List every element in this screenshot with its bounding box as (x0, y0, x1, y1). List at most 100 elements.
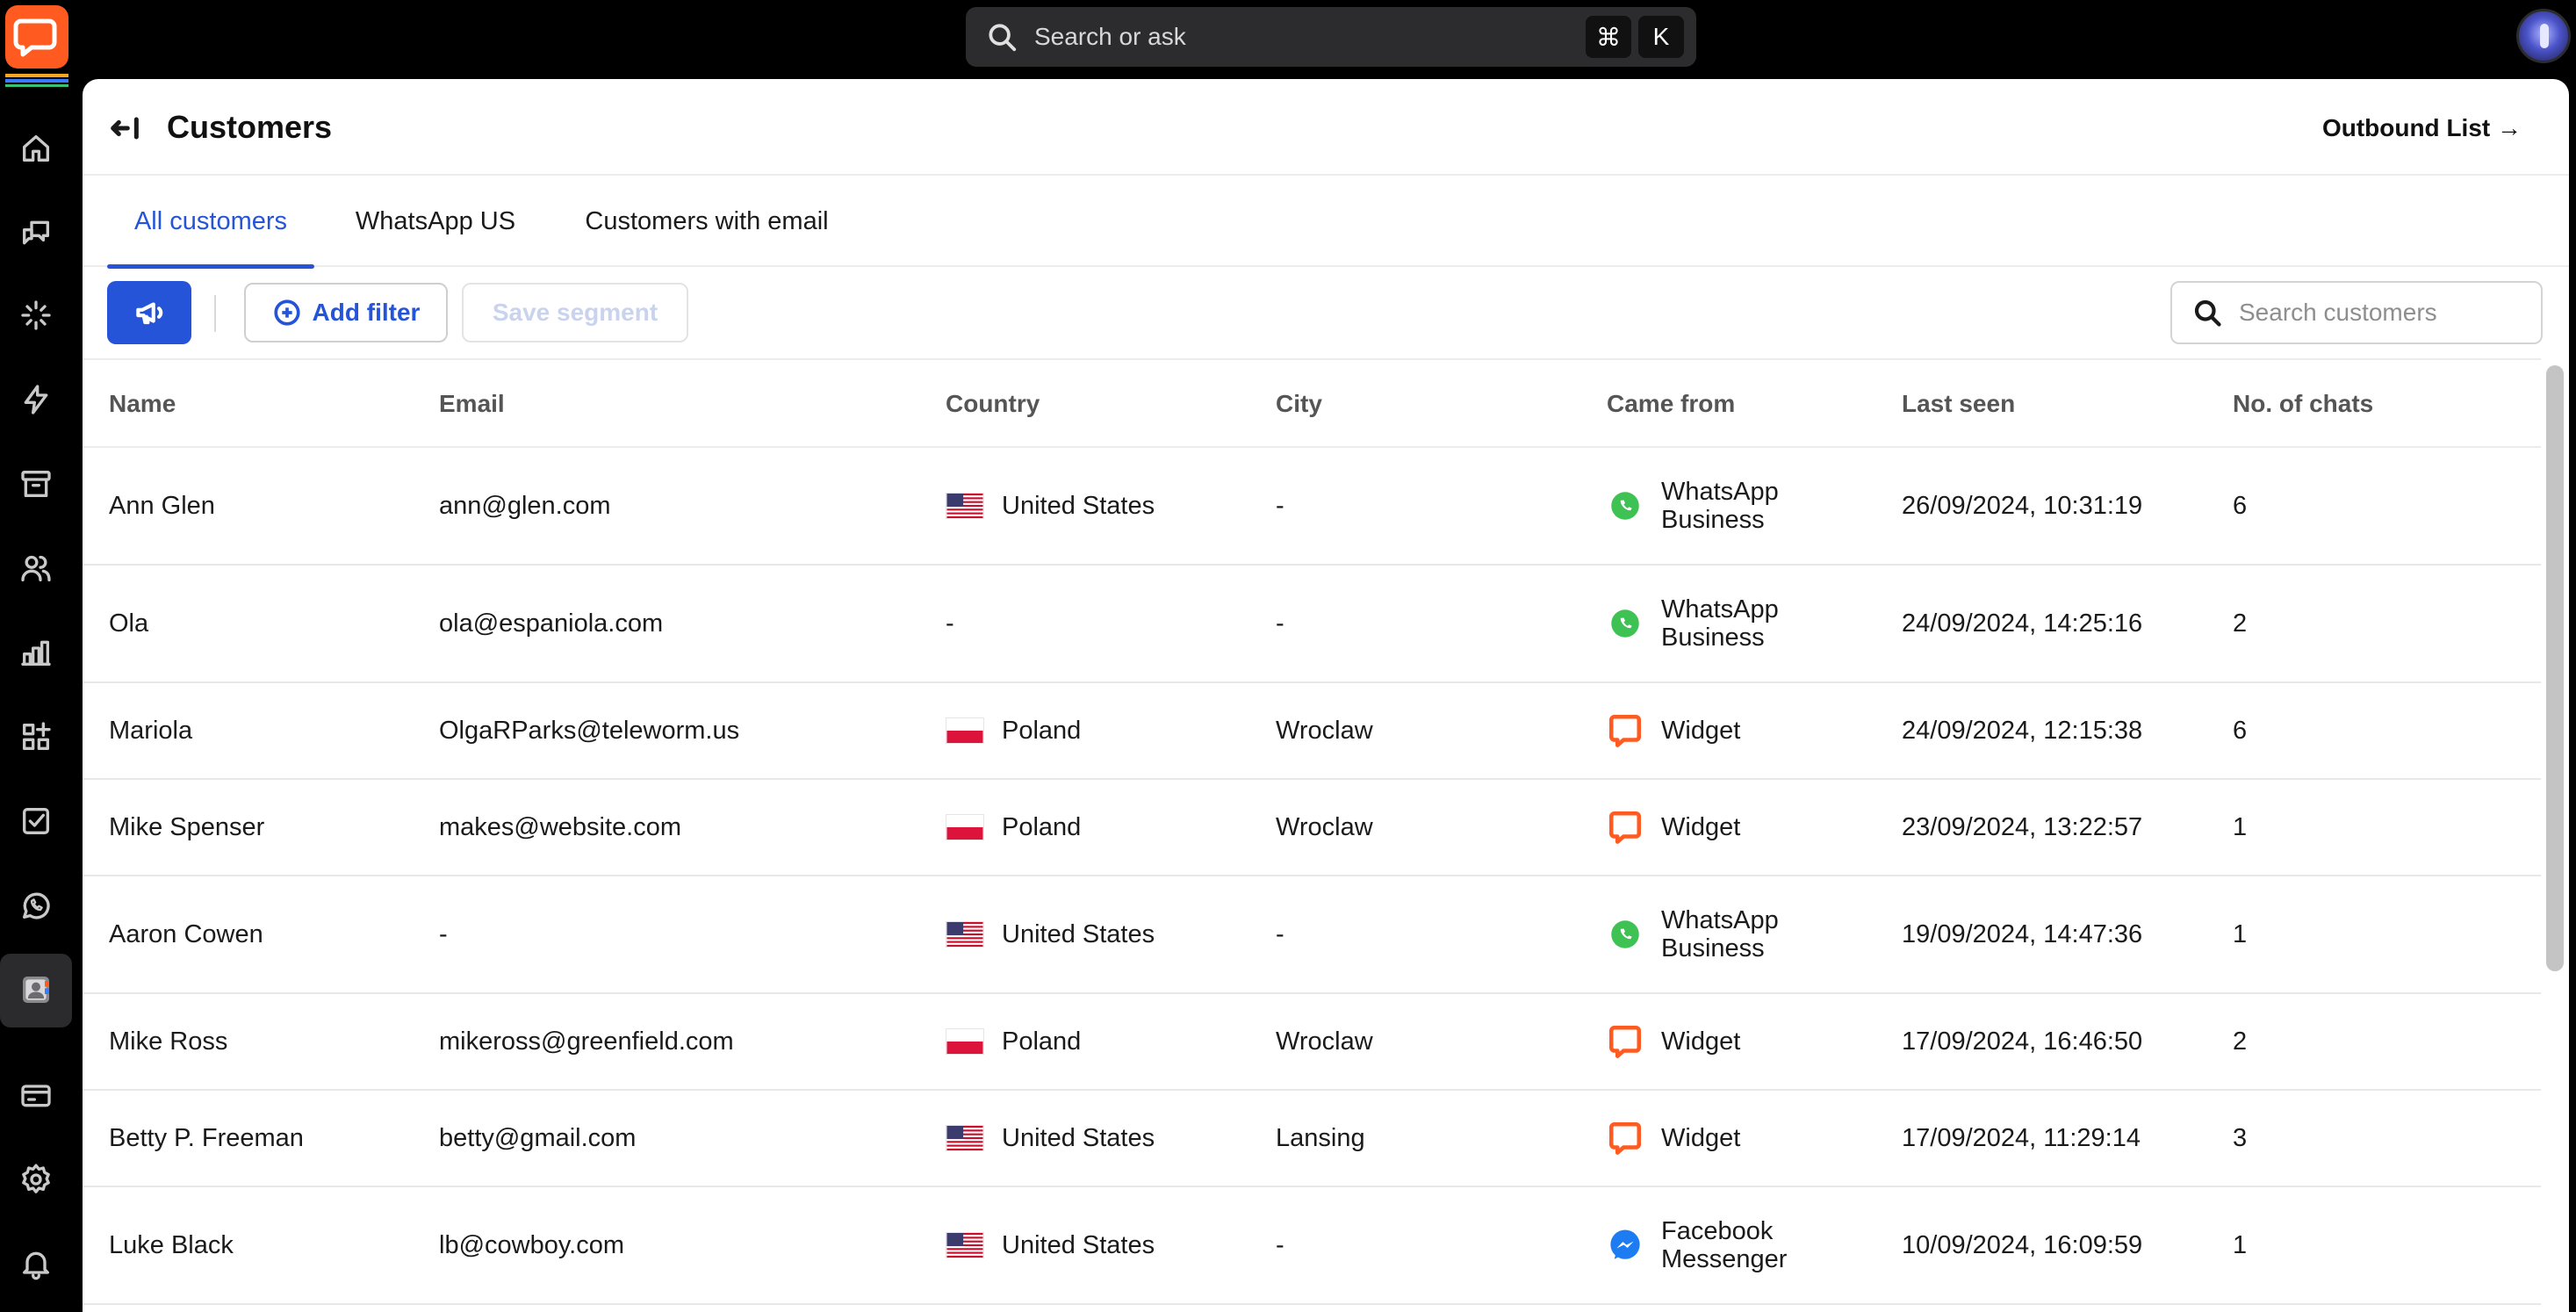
cell-last-seen: 26/09/2024, 10:31:19 (1902, 491, 2143, 520)
table-row[interactable]: Betty P. Freeman betty@gmail.com United St… (83, 1091, 2541, 1187)
table-scrollbar[interactable] (2543, 362, 2565, 1312)
reports-icon[interactable] (16, 632, 56, 673)
cell-came-from: Widget (1607, 683, 1870, 778)
column-header-email[interactable]: Email (439, 360, 505, 448)
column-header-last-seen[interactable]: Last seen (1902, 360, 2015, 448)
whatsapp-nav-icon[interactable] (16, 885, 56, 926)
cell-came-from: WhatsApp Business (1607, 876, 1870, 992)
team-icon[interactable] (16, 548, 56, 588)
table-row[interactable]: Mike Spenser makes@website.com Poland Wrocl… (83, 780, 2541, 876)
tab-customers-with-email[interactable]: Customers with email (574, 176, 839, 267)
cell-name: Ann Glen (109, 491, 215, 520)
column-header-name[interactable]: Name (109, 360, 176, 448)
customers-panel: Customers Outbound List → All customers … (83, 79, 2569, 1312)
whatsapp-icon (1611, 609, 1639, 638)
customer-search-box[interactable] (2170, 281, 2543, 344)
poland-flag-icon (946, 717, 984, 744)
country-text: Poland (1002, 812, 1082, 841)
cell-chats: 6 (2233, 491, 2248, 520)
cell-country: United States (946, 1091, 1155, 1186)
us-flag-icon (946, 493, 984, 519)
apps-icon[interactable] (16, 717, 56, 757)
table-row[interactable]: Luke Black lb@cowboy.com United States - Fac… (83, 1187, 2541, 1305)
save-segment-button[interactable]: Save segment (462, 283, 688, 342)
customer-search-input[interactable] (2239, 299, 2520, 327)
cell-name: Ola (109, 609, 149, 638)
home-icon[interactable] (16, 128, 56, 169)
cell-came-from: Widget (1607, 1091, 1870, 1186)
lightning-icon[interactable] (16, 379, 56, 420)
cell-email: ola@espaniola.com (439, 609, 664, 638)
table-row[interactable]: Ann Glen ann@glen.com United States - WhatsA… (83, 448, 2541, 566)
cell-name: Mike Spenser (109, 812, 265, 841)
source-text: WhatsApp Business (1661, 906, 1779, 962)
source-text: Facebook Messenger (1661, 1217, 1788, 1273)
source-text: Widget (1661, 813, 1741, 841)
campaign-button[interactable] (107, 281, 191, 344)
collapse-back-button[interactable] (107, 111, 142, 146)
add-filter-button[interactable]: Add filter (244, 283, 448, 342)
settings-icon[interactable] (16, 1159, 56, 1200)
country-text: United States (1002, 919, 1155, 948)
cell-city: - (1276, 609, 1284, 638)
shortcut-key-k: K (1638, 16, 1684, 58)
cell-email: ann@glen.com (439, 491, 611, 520)
poland-flag-icon (946, 814, 984, 840)
us-flag-icon (946, 1125, 984, 1151)
tickets-icon[interactable] (16, 801, 56, 841)
cell-name: Betty P. Freeman (109, 1123, 304, 1152)
cell-email: OlgaRParks@teleworm.us (439, 716, 740, 745)
column-header-chats[interactable]: No. of chats (2233, 360, 2373, 448)
cell-country: United States (946, 448, 1155, 564)
widget-icon (1608, 1025, 1642, 1058)
add-filter-label: Add filter (312, 299, 421, 326)
whatsapp-icon (1611, 492, 1639, 520)
table-row[interactable]: Ola ola@espaniola.com - - WhatsApp Business 2… (83, 566, 2541, 683)
country-text: United States (1002, 1230, 1155, 1259)
notifications-icon[interactable] (16, 1244, 56, 1284)
country-text: United States (1002, 1123, 1155, 1152)
page-header: Customers Outbound List → (83, 79, 2569, 176)
cell-chats: 6 (2233, 716, 2248, 745)
global-search-label: Search or ask (1034, 23, 1186, 50)
country-text: Poland (1002, 716, 1082, 745)
source-text: WhatsApp Business (1661, 478, 1779, 534)
cell-last-seen: 17/09/2024, 16:46:50 (1902, 1027, 2143, 1056)
widget-icon (1608, 1121, 1642, 1155)
cell-last-seen: 24/09/2024, 12:15:38 (1902, 716, 2143, 745)
outbound-list-link[interactable]: Outbound List → (2322, 114, 2522, 142)
cell-came-from: Widget (1607, 780, 1870, 875)
customers-icon[interactable] (16, 970, 56, 1010)
shortcut-key-cmd: ⌘ (1586, 16, 1631, 58)
table-header: Name Email Country City Came from Last s… (83, 358, 2541, 448)
cell-last-seen: 23/09/2024, 13:22:57 (1902, 812, 2143, 841)
source-text: Widget (1661, 1027, 1741, 1056)
source-text: WhatsApp Business (1661, 595, 1779, 652)
table-row[interactable]: Aaron Cowen - United States - WhatsApp Busin… (83, 876, 2541, 994)
column-header-country[interactable]: Country (946, 360, 1040, 448)
user-avatar[interactable] (2516, 9, 2571, 63)
cell-came-from: Facebook Messenger (1607, 1187, 1870, 1303)
archive-icon[interactable] (16, 464, 56, 504)
billing-icon[interactable] (16, 1075, 56, 1115)
cell-chats: 2 (2233, 1027, 2248, 1056)
chats-icon[interactable] (16, 213, 56, 253)
cell-city: Lansing (1276, 1123, 1365, 1152)
app-logo-icon[interactable] (2, 4, 68, 88)
global-search[interactable]: Search or ask ⌘ K (966, 7, 1696, 67)
column-header-city[interactable]: City (1276, 360, 1322, 448)
cell-name: Luke Black (109, 1230, 234, 1259)
scrollbar-thumb[interactable] (2546, 365, 2564, 971)
cell-email: betty@gmail.com (439, 1123, 637, 1152)
tab-all-customers[interactable]: All customers (107, 176, 314, 269)
whatsapp-icon (1611, 920, 1639, 948)
tab-whatsapp-us[interactable]: WhatsApp US (348, 176, 523, 267)
table-row[interactable]: Mike Ross mikeross@greenfield.com Poland Wr… (83, 994, 2541, 1091)
cell-city: Wroclaw (1276, 812, 1373, 841)
column-header-came-from[interactable]: Came from (1607, 360, 1735, 448)
cell-country: United States (946, 876, 1155, 992)
cell-email: mikeross@greenfield.com (439, 1027, 734, 1056)
automation-icon[interactable] (16, 295, 56, 335)
cell-last-seen: 17/09/2024, 11:29:14 (1902, 1123, 2141, 1152)
table-row[interactable]: Mariola OlgaRParks@teleworm.us Poland Wrocl… (83, 683, 2541, 780)
